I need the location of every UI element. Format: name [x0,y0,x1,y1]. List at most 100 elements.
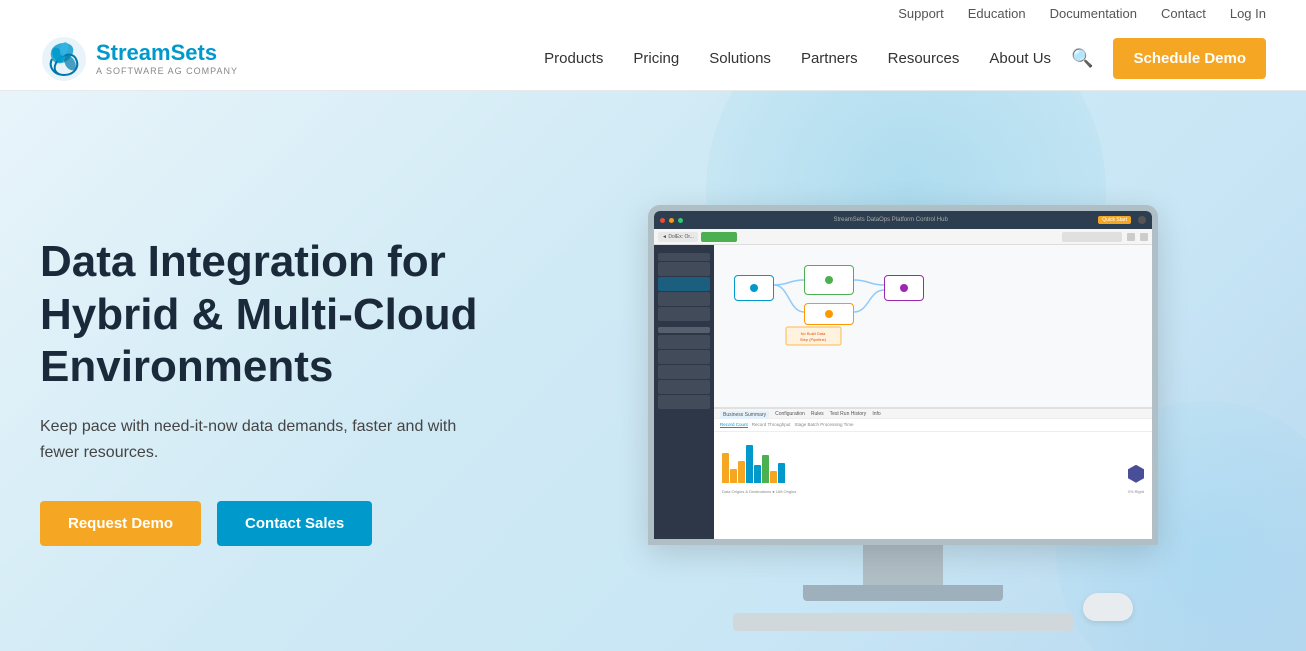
sidebar-item-7[interactable] [658,365,710,379]
bar-3 [738,461,745,483]
search-icon: 🔍 [1071,48,1093,68]
app-screen: StreamSets DataOps Platform Control Hub … [654,211,1152,539]
nav-products[interactable]: Products [532,42,615,75]
node-fill[interactable] [804,303,854,325]
topbar-dot-red [660,218,665,223]
shield-area [786,465,1144,483]
utility-contact[interactable]: Contact [1161,6,1206,21]
node-oracle[interactable] [734,275,774,301]
app-topbar: StreamSets DataOps Platform Control Hub … [654,211,1152,229]
chart-area [714,432,1152,487]
hero-section: Data Integration for Hybrid & Multi-Clou… [0,91,1306,651]
bar-2 [730,469,737,483]
toolbar-icon [1127,233,1135,241]
sidebar-item-5[interactable] [658,335,710,349]
node-dot-4 [900,284,908,292]
app-canvas: No Build Data Step (Pipeline) Business S… [714,245,1152,539]
node-dot-2 [825,276,833,284]
nav-solutions[interactable]: Solutions [697,42,783,75]
user-avatar [1138,216,1146,224]
bottom-panel-header: Business Summary Configuration Rules Tes… [714,409,1152,419]
tab-info[interactable]: Info [872,411,880,419]
utility-bar: Support Education Documentation Contact … [0,0,1306,27]
chart-tab-record-count[interactable]: Record Count [720,422,748,428]
stat-label-1: Data Origins & Destinations ● 168 Origin… [722,489,796,494]
nav-resources[interactable]: Resources [876,42,972,75]
bottom-stats: Data Origins & Destinations ● 168 Origin… [714,487,1152,496]
node-dot-3 [825,310,833,318]
monitor-keyboard [733,613,1073,631]
topbar-dot-green [678,218,683,223]
sidebar-item-9[interactable] [658,395,710,409]
sidebar-item-1[interactable] [658,253,710,261]
hero-subtitle: Keep pace with need-it-now data demands,… [40,414,480,465]
node-snowflake[interactable] [884,275,924,301]
bar-4 [746,445,753,483]
search-button[interactable]: 🔍 [1063,40,1101,77]
utility-documentation[interactable]: Documentation [1050,6,1137,21]
svg-text:Step (Pipeline): Step (Pipeline) [800,337,827,342]
bar-1 [722,453,729,483]
logo-text: StreamSets A SOFTWARE AG COMPANY [96,41,238,75]
hero-content: Data Integration for Hybrid & Multi-Clou… [40,236,540,547]
monitor-screen: StreamSets DataOps Platform Control Hub … [648,205,1158,545]
monitor-stand-base [803,585,1003,601]
bar-5 [754,465,761,483]
app-body: No Build Data Step (Pipeline) Business S… [654,245,1152,539]
tab-rules[interactable]: Rules [811,411,824,419]
sidebar-item-active[interactable] [658,277,710,291]
monitor-stand-top [863,545,943,585]
monitor-mouse [1083,593,1133,621]
sidebar-item-2[interactable] [658,262,710,276]
svg-text:No Build Data: No Build Data [801,331,826,336]
bar-8 [778,463,785,483]
toolbar-search[interactable] [1062,232,1122,242]
schedule-demo-button[interactable]: Schedule Demo [1113,38,1266,79]
chart-tab-throughput[interactable]: Record Throughput [752,422,791,428]
shield-icon [1128,465,1144,483]
bottom-panel: Business Summary Configuration Rules Tes… [714,407,1152,539]
sidebar-item-6[interactable] [658,350,710,364]
nav-pricing[interactable]: Pricing [621,42,691,75]
toolbar-btn-2[interactable] [701,232,737,242]
logo-name-part1: Stream [96,40,171,65]
bar-6 [762,455,769,483]
logo-sub: A SOFTWARE AG COMPANY [96,66,238,76]
hero-buttons: Request Demo Contact Sales [40,501,540,546]
utility-education[interactable]: Education [968,6,1026,21]
bar-7 [770,471,777,483]
request-demo-button[interactable]: Request Demo [40,501,201,546]
keyboard-mouse-area [733,601,1073,631]
utility-login[interactable]: Log In [1230,6,1266,21]
hero-image: StreamSets DataOps Platform Control Hub … [540,151,1266,631]
chart-tab-stage[interactable]: Stage Batch Processing Time [794,422,853,428]
toolbar-btn-1[interactable]: ◄ DolEx: Or... [658,232,698,242]
quick-start-btn[interactable]: Quick Start [1098,216,1131,224]
topbar-dot-yellow [669,218,674,223]
nav-about[interactable]: About Us [977,42,1063,75]
sidebar-item-4[interactable] [658,307,710,321]
pipeline-area: No Build Data Step (Pipeline) [724,255,1142,392]
hero-title: Data Integration for Hybrid & Multi-Clou… [40,236,540,394]
logo-icon [40,35,88,83]
utility-support[interactable]: Support [898,6,944,21]
nav-partners[interactable]: Partners [789,42,870,75]
toolbar-icon-2 [1140,233,1148,241]
app-sidebar [654,245,714,539]
app-toolbar: ◄ DolEx: Or... [654,229,1152,245]
monitor-wrapper: StreamSets DataOps Platform Control Hub … [648,205,1158,631]
nav-links: Products Pricing Solutions Partners Reso… [532,42,1063,75]
node-dot-1 [750,284,758,292]
chart-tabs: Record Count Record Throughput Stage Bat… [714,419,1152,432]
app-title: StreamSets DataOps Platform Control Hub [687,217,1094,223]
tab-configuration[interactable]: Configuration [775,411,805,419]
logo-link[interactable]: StreamSets A SOFTWARE AG COMPANY [40,35,238,83]
sidebar-item-8[interactable] [658,380,710,394]
tab-business-summary[interactable]: Business Summary [720,411,769,419]
sidebar-section [658,327,710,333]
contact-sales-button[interactable]: Contact Sales [217,501,372,546]
tab-history[interactable]: Test Run History [830,411,867,419]
node-customer[interactable] [804,265,854,295]
logo-name-part2: Sets [171,40,217,65]
sidebar-item-3[interactable] [658,292,710,306]
